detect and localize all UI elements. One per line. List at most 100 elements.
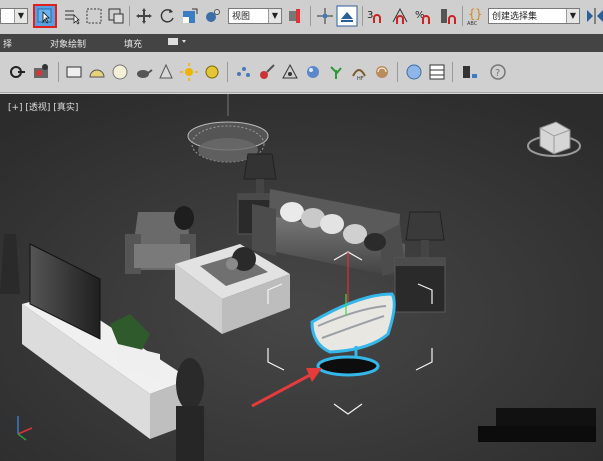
named-selection-set-dropdown[interactable]: 创建选择集 ▼	[488, 8, 580, 24]
scatter-icon	[282, 63, 298, 79]
window-crossing-icon	[108, 8, 124, 24]
rectangular-selection-button[interactable]	[84, 6, 104, 26]
preview-sphere-button[interactable]	[404, 62, 424, 82]
teapot-icon	[137, 69, 153, 78]
grid-list-icon	[429, 64, 445, 80]
rectangle-selection-icon	[86, 8, 102, 24]
pivot-center-button[interactable]	[286, 6, 306, 26]
toolbar-separator	[58, 62, 59, 82]
svg-text:?: ?	[495, 68, 500, 79]
material-button[interactable]	[257, 62, 277, 82]
named-selection-icon: {}ABC	[467, 7, 483, 27]
window-crossing-button[interactable]	[106, 6, 126, 26]
rotate-button[interactable]	[157, 6, 177, 26]
plane-button[interactable]	[64, 62, 84, 82]
ribbon-options-icon	[168, 38, 186, 45]
select-cursor-icon	[37, 8, 52, 24]
chevron-down-icon: ▼	[268, 9, 281, 23]
angle-snap-button[interactable]	[390, 6, 410, 26]
material-icon	[260, 64, 275, 79]
hair-icon: HF	[352, 69, 366, 82]
move-icon	[136, 8, 152, 24]
toolbar-separator	[462, 6, 463, 26]
scatter-button[interactable]	[280, 62, 300, 82]
cone-icon	[159, 63, 173, 79]
omni-light-button[interactable]	[202, 62, 222, 82]
cone-button[interactable]	[156, 62, 176, 82]
chevron-down-icon: ▼	[566, 9, 579, 23]
manipulate-icon	[206, 9, 220, 22]
ribbon-panel: 择 对象绘制 填充	[0, 34, 603, 52]
dome-icon	[89, 69, 105, 78]
chevron-down-icon: ▼	[14, 9, 27, 23]
sphere-button[interactable]	[110, 62, 130, 82]
select-manipulate-button[interactable]	[203, 6, 223, 26]
main-toolbar: ▼ 视图 ▼ 3 % {} ABC 创建选择集 ▼	[0, 0, 603, 35]
scale-icon	[183, 8, 198, 23]
snaps-toggle-button[interactable]: 3	[366, 6, 386, 26]
sun-light-button[interactable]	[179, 62, 199, 82]
rotate-icon	[160, 9, 174, 23]
redaction-block	[478, 408, 596, 442]
layer-button[interactable]	[460, 62, 480, 82]
select-by-name-icon	[65, 10, 80, 25]
scene-render	[0, 94, 603, 461]
scale-button[interactable]	[180, 6, 200, 26]
decor-vase-bottom[interactable]	[176, 358, 204, 461]
selection-filter-dropdown[interactable]: ▼	[0, 8, 28, 24]
teapot-button[interactable]	[133, 62, 153, 82]
reference-coordinate-dropdown[interactable]: 视图 ▼	[228, 8, 282, 24]
move-button[interactable]	[134, 6, 154, 26]
svg-text:3: 3	[367, 10, 373, 21]
ribbon-tab-select[interactable]: 择	[3, 37, 12, 50]
link-button[interactable]	[8, 62, 28, 82]
shell-icon	[376, 66, 388, 78]
percent-snap-button[interactable]: %	[414, 6, 434, 26]
svg-text:HF: HF	[357, 76, 364, 82]
help-button[interactable]: ?	[488, 62, 508, 82]
ribbon-tab-object-paint[interactable]: 对象绘制	[50, 37, 86, 50]
dome-button[interactable]	[87, 62, 107, 82]
keyboard-shortcut-override-button[interactable]	[336, 5, 358, 27]
perspective-viewport[interactable]: [+] [透视] [真实]	[0, 94, 603, 461]
plane-icon	[66, 66, 82, 78]
grid-list-button[interactable]	[427, 62, 447, 82]
mirror-button[interactable]	[584, 6, 603, 26]
sphere-icon	[112, 64, 128, 80]
pivot-center-icon	[289, 9, 300, 23]
sun-icon	[180, 63, 198, 81]
layer-icon	[463, 66, 477, 78]
select-link-button[interactable]	[315, 6, 335, 26]
svg-text:}: }	[475, 7, 483, 21]
shell-button[interactable]	[372, 62, 392, 82]
spinner-snap-icon	[441, 9, 456, 24]
select-object-button[interactable]	[33, 4, 57, 28]
toolbar-separator	[452, 62, 453, 82]
plant-button[interactable]	[326, 62, 346, 82]
named-selection-set-value: 创建选择集	[492, 12, 538, 22]
hair-fur-button[interactable]: HF	[349, 62, 369, 82]
reference-coordinate-value: 视图	[232, 12, 251, 22]
ribbon-menu-button[interactable]	[167, 36, 189, 51]
omni-light-icon	[205, 65, 219, 79]
render-setup-button[interactable]	[32, 62, 52, 82]
particles-icon	[237, 67, 250, 77]
toolbar-separator	[310, 6, 311, 26]
toolbar-separator	[227, 62, 228, 82]
spinner-snap-button[interactable]	[438, 6, 458, 26]
viewport-label[interactable]: [+] [透视] [真实]	[8, 100, 78, 113]
secondary-toolbar: HF ?	[0, 52, 603, 93]
particle-button[interactable]	[234, 62, 254, 82]
toolbar-separator	[362, 6, 363, 26]
toolbar-separator	[397, 62, 398, 82]
atmosphere-button[interactable]	[303, 62, 323, 82]
help-icon: ?	[490, 64, 506, 80]
crosshair-icon	[317, 8, 333, 24]
select-by-name-button[interactable]	[62, 6, 82, 26]
mirror-icon	[587, 8, 603, 24]
atmosphere-icon	[307, 66, 319, 78]
edit-named-selection-button[interactable]: {} ABC	[466, 6, 486, 27]
angle-snap-icon	[392, 7, 408, 24]
toolbar-separator	[129, 6, 130, 26]
ribbon-tab-populate[interactable]: 填充	[124, 37, 142, 50]
